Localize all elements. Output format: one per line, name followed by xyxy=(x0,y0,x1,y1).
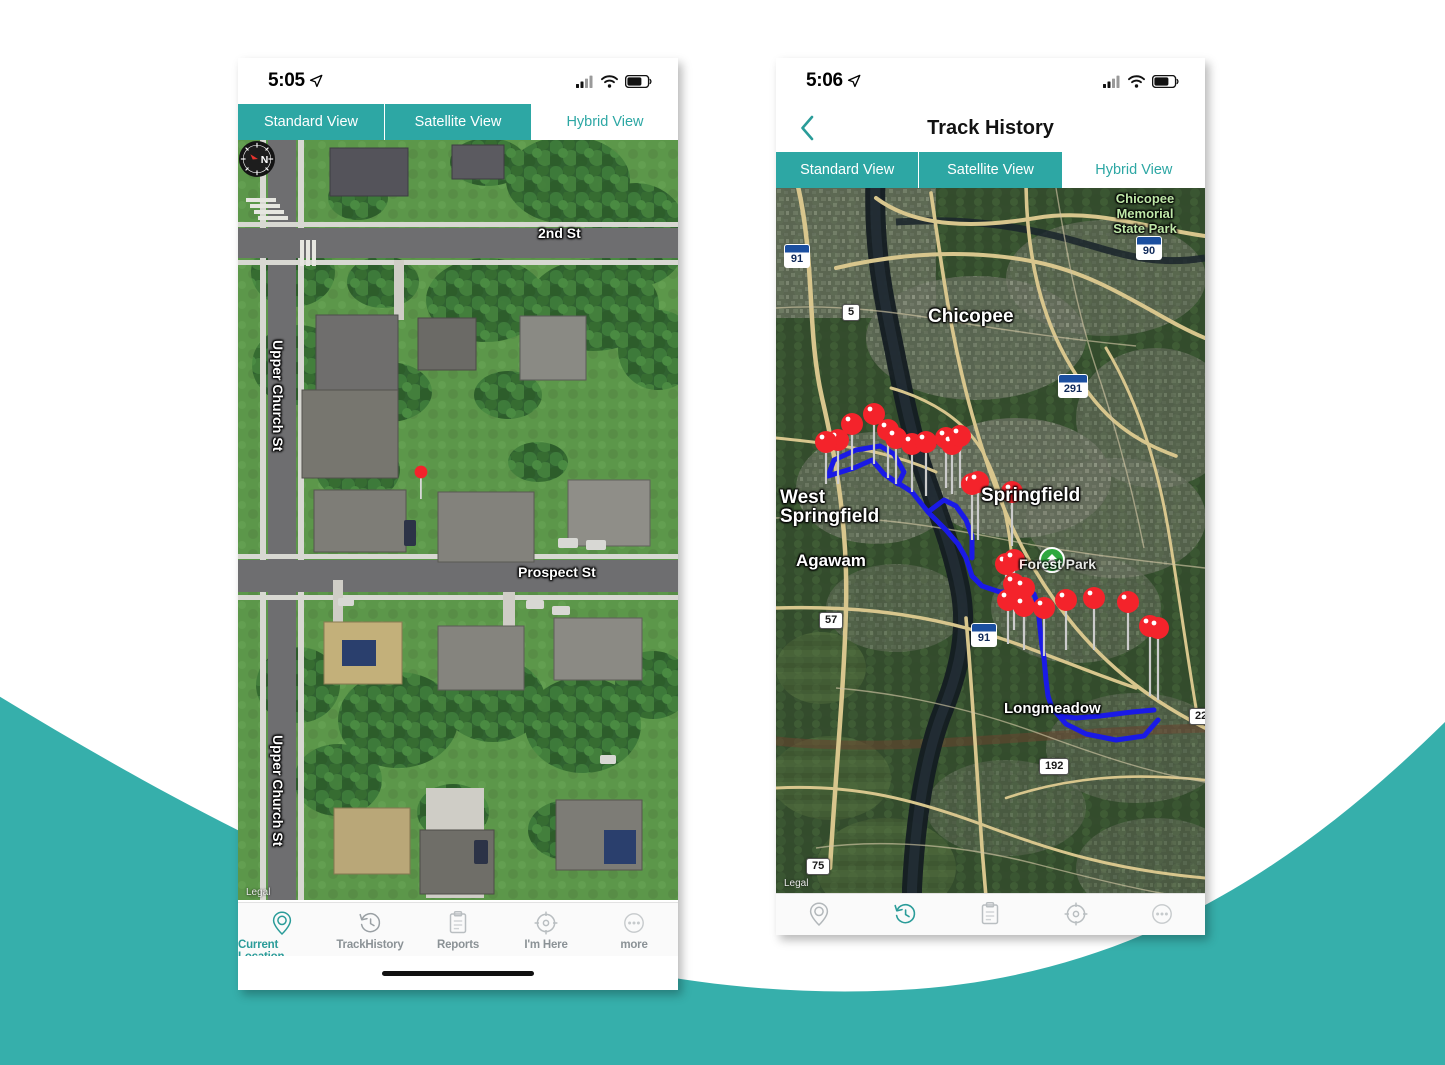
ellipsis-circle-icon xyxy=(1152,904,1172,924)
wifi-icon xyxy=(1128,74,1145,88)
home-indicator[interactable] xyxy=(382,970,534,976)
segment-hybrid-view-2[interactable]: Hybrid View xyxy=(1062,152,1205,188)
crosshair-target-icon xyxy=(534,911,558,935)
segmented-control-left[interactable]: Standard View Satellite View Hybrid View xyxy=(238,104,678,140)
battery-icon xyxy=(1152,74,1179,88)
location-arrow-icon xyxy=(309,74,323,88)
crosshair-target-icon xyxy=(1064,902,1088,926)
current-location-pin[interactable] xyxy=(414,465,428,499)
ellipsis-circle-icon xyxy=(624,913,644,933)
segment-hybrid-view[interactable]: Hybrid View xyxy=(532,104,678,140)
page-title: Track History xyxy=(927,116,1054,139)
history-clock-icon xyxy=(359,913,381,933)
compass-rose-icon[interactable]: N xyxy=(238,140,276,178)
legal-label-left[interactable]: Legal xyxy=(246,887,270,898)
status-bar-left-group-2: 5:06 xyxy=(806,70,861,92)
tab-reports-2[interactable] xyxy=(948,901,1034,927)
home-indicator-area xyxy=(238,956,678,990)
location-arrow-icon xyxy=(847,74,861,88)
chevron-left-icon xyxy=(800,115,813,141)
hybrid-map-imagery xyxy=(776,188,1205,893)
status-bar-right-group-2 xyxy=(1103,74,1179,88)
status-bar-left-group: 5:05 xyxy=(268,70,323,92)
segmented-control-right[interactable]: Standard View Satellite View Hybrid View xyxy=(776,152,1205,188)
segment-standard-view-2[interactable]: Standard View xyxy=(776,152,920,188)
tab-track-history[interactable]: TrackHistory xyxy=(326,910,414,951)
status-time-2: 5:06 xyxy=(806,70,843,91)
tab-reports[interactable]: Reports xyxy=(414,910,502,951)
svg-text:N: N xyxy=(261,155,269,166)
tab-label-more: more xyxy=(620,939,648,951)
phone-mockup-right: 5:06 Track History Standard View Satelli… xyxy=(776,58,1205,935)
map-pin-icon xyxy=(272,911,292,936)
cellular-signal-icon xyxy=(576,75,593,88)
nav-bar: Track History xyxy=(776,104,1205,152)
clipboard-icon xyxy=(982,902,999,925)
tab-more[interactable]: more xyxy=(590,910,678,951)
cellular-signal-icon xyxy=(1103,75,1120,88)
history-clock-icon xyxy=(894,903,915,924)
tab-label-reports: Reports xyxy=(436,939,480,951)
tab-current-location-2[interactable] xyxy=(776,901,862,927)
map-view-left[interactable]: N 2nd St Prospect St Upper Church St Upp… xyxy=(238,140,678,902)
battery-icon xyxy=(625,74,652,88)
phone-mockup-left: 5:05 Standard View Satellite View Hybrid… xyxy=(238,58,678,990)
tab-bar-right[interactable] xyxy=(776,893,1205,935)
page-background xyxy=(0,0,1445,1065)
status-bar-left: 5:05 xyxy=(238,58,678,104)
tab-track-history-2[interactable] xyxy=(862,901,948,927)
park-tree-marker xyxy=(1039,547,1065,573)
map-pin-icon xyxy=(809,902,829,927)
status-bar-right-group xyxy=(576,74,652,88)
tab-im-here-2[interactable] xyxy=(1033,901,1119,927)
tab-more-2[interactable] xyxy=(1119,901,1205,927)
status-bar-right: 5:06 xyxy=(776,58,1205,104)
tab-label-im-here: I'm Here xyxy=(524,939,568,951)
segment-satellite-view-2[interactable]: Satellite View xyxy=(919,152,1063,188)
tab-im-here[interactable]: I'm Here xyxy=(502,910,590,951)
wifi-icon xyxy=(601,74,618,88)
back-button[interactable] xyxy=(794,113,820,143)
segment-satellite-view[interactable]: Satellite View xyxy=(385,104,532,140)
clipboard-icon xyxy=(449,911,467,934)
legal-label-right[interactable]: Legal xyxy=(784,878,808,889)
aerial-map-imagery xyxy=(238,140,678,900)
tab-bar-left[interactable]: Current Location TrackHistory Reports xyxy=(238,902,678,963)
map-view-right[interactable]: Chicopee Memorial State Park Chicopee Sp… xyxy=(776,188,1205,893)
segment-standard-view[interactable]: Standard View xyxy=(238,104,385,140)
tab-label-track-history: TrackHistory xyxy=(336,939,404,951)
status-time: 5:05 xyxy=(268,70,305,91)
